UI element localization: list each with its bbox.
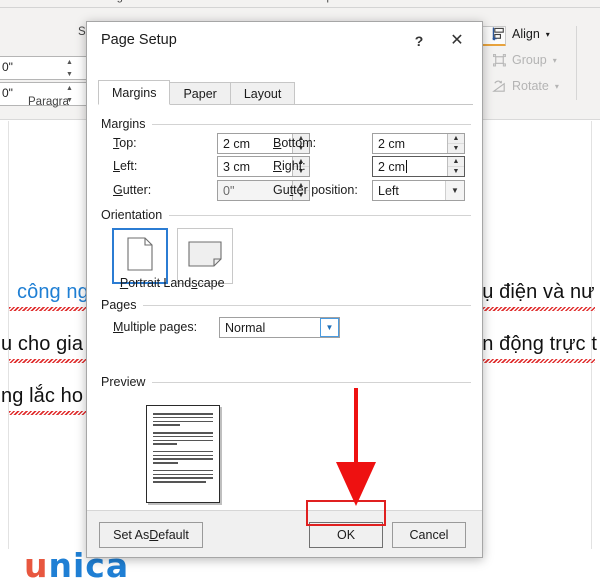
cancel-button-label: Cancel xyxy=(409,528,449,542)
multiple-pages-chevron-down-icon[interactable]: ▼ xyxy=(320,318,339,337)
right-margin-stepper[interactable]: ▲ ▼ xyxy=(447,157,464,176)
preview-group-label: Preview xyxy=(101,375,146,389)
right-margin-label: Right: xyxy=(273,159,306,173)
dialog-footer: Set As Default OK Cancel xyxy=(87,511,482,557)
orientation-landscape-label: Landscape xyxy=(163,276,225,290)
margins-group-label: Margins xyxy=(101,117,146,131)
group-rule xyxy=(152,123,471,125)
rotate-icon xyxy=(492,79,507,94)
cancel-button[interactable]: Cancel xyxy=(392,522,466,548)
ok-button-label: OK xyxy=(336,528,356,542)
spellcheck-underline xyxy=(9,307,89,311)
ribbon-tab-review[interactable]: Review xyxy=(172,0,208,3)
ribbon-tab-mailings[interactable]: Mailings xyxy=(88,0,128,3)
multiple-pages-label: Multiple pages: xyxy=(113,320,198,334)
group-icon xyxy=(492,53,507,68)
unica-logo-first-letter: u xyxy=(24,546,49,585)
close-icon[interactable]: ✕ xyxy=(444,30,470,52)
gutter-position-label: Gutter position: xyxy=(273,183,358,197)
preview-group-header: Preview xyxy=(101,375,471,389)
bottom-margin-label: Bottom: xyxy=(273,136,317,150)
document-text-line: ng lắc ho xyxy=(1,385,84,407)
group-chevron-down-icon[interactable]: ▾ xyxy=(553,56,557,65)
align-icon xyxy=(492,26,507,42)
rotate-button[interactable]: Rotate ▾ xyxy=(492,74,559,98)
gutter-position-chevron-down-icon[interactable]: ▼ xyxy=(445,181,464,200)
landscape-page-icon xyxy=(188,240,222,272)
ribbon-tab-references[interactable]: References xyxy=(6,0,62,3)
preview-paragraph xyxy=(153,413,213,426)
rotate-label: Rotate xyxy=(512,79,549,93)
preview-paragraph xyxy=(153,431,213,445)
bottom-margin-input[interactable]: 2 cm ▲ ▼ xyxy=(372,133,465,154)
left-margin-label: Left: xyxy=(113,159,138,173)
page-preview-thumbnail xyxy=(146,405,220,503)
ok-button[interactable]: OK xyxy=(309,522,383,548)
multiple-pages-value: Normal xyxy=(225,320,266,335)
group-button[interactable]: Group ▾ xyxy=(492,48,557,72)
tab-layout[interactable]: Layout xyxy=(229,82,296,105)
document-text-line: u cho gia xyxy=(1,333,84,355)
multiple-pages-select[interactable]: Normal ▼ xyxy=(219,317,340,338)
tab-margins-label: Margins xyxy=(112,85,157,100)
bottom-margin-value: 2 cm xyxy=(378,136,406,151)
ribbon-group-divider xyxy=(576,26,577,100)
orientation-group-header: Orientation xyxy=(101,208,471,222)
document-text-line: hụ điện và nư xyxy=(471,281,595,303)
portrait-page-icon xyxy=(127,236,153,276)
tab-margins[interactable]: Margins xyxy=(98,80,171,105)
spacing-before-value: 0" xyxy=(2,60,13,74)
group-rule xyxy=(143,304,471,306)
group-label: Group xyxy=(512,53,547,67)
group-rule xyxy=(152,381,471,383)
bottom-margin-stepper[interactable]: ▲ ▼ xyxy=(447,134,464,153)
text-cursor xyxy=(406,159,408,173)
spellcheck-underline xyxy=(471,307,595,311)
group-rule xyxy=(169,214,471,216)
page-setup-dialog: Page Setup ? ✕ Margins Paper Layout Marg… xyxy=(86,21,483,558)
pages-group-label: Pages xyxy=(101,298,137,312)
gutter-position-value: Left xyxy=(378,183,399,198)
tab-paper-label: Paper xyxy=(183,86,217,101)
align-button[interactable]: Align ▾ xyxy=(492,22,550,46)
paragraph-group-label: Paragra xyxy=(28,96,69,108)
spellcheck-underline xyxy=(471,359,595,363)
spacing-before-input[interactable]: 0" ▲ ▼ xyxy=(0,56,88,80)
align-label: Align xyxy=(512,27,540,41)
dialog-title-bar[interactable]: Page Setup ? ✕ xyxy=(87,22,482,60)
orientation-group-label: Orientation xyxy=(101,208,163,222)
ribbon-tab-strip[interactable]: References Mailings Review View Help xyxy=(0,0,600,8)
tab-paper[interactable]: Paper xyxy=(169,82,231,105)
spacing-before-stepper[interactable]: ▲ ▼ xyxy=(64,59,75,78)
top-margin-label: Top: xyxy=(113,136,137,150)
gutter-label: Gutter: xyxy=(113,183,152,197)
document-text-line: ền động trực t xyxy=(471,333,597,355)
gutter-position-select[interactable]: Left ▼ xyxy=(372,180,465,201)
red-arrow-annotation xyxy=(330,386,382,508)
set-as-default-button[interactable]: Set As Default xyxy=(99,522,203,548)
preview-paragraph xyxy=(153,469,213,483)
pages-group-header: Pages xyxy=(101,298,471,312)
spellcheck-underline xyxy=(9,359,89,363)
right-margin-value: 2 cm xyxy=(378,159,408,174)
ribbon-tab-help[interactable]: Help xyxy=(310,0,333,3)
spellcheck-underline xyxy=(9,411,89,415)
help-icon[interactable]: ? xyxy=(408,30,430,52)
dialog-title: Page Setup xyxy=(101,32,177,48)
tab-layout-label: Layout xyxy=(243,86,282,101)
spacing-after-value: 0" xyxy=(2,86,13,100)
preview-paragraph xyxy=(153,450,213,464)
document-text-line: công ng xyxy=(17,281,89,303)
align-chevron-down-icon[interactable]: ▾ xyxy=(546,30,550,39)
ribbon-tab-view[interactable]: View xyxy=(252,0,276,3)
right-margin-input[interactable]: 2 cm ▲ ▼ xyxy=(372,156,465,177)
rotate-chevron-down-icon[interactable]: ▾ xyxy=(555,82,559,91)
margins-group-header: Margins xyxy=(101,117,471,131)
dialog-tabs: Margins Paper Layout xyxy=(98,80,473,105)
